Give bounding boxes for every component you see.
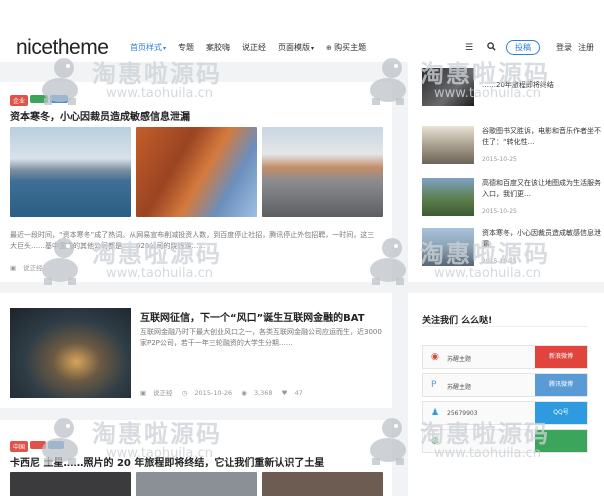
nav-item-buy-theme[interactable]: ⊕ 购买主题 — [326, 42, 366, 53]
post-image-gallery — [10, 472, 383, 496]
sidebar-post-title[interactable]: 谷歌图书又胜诉，电影和音乐作者坐不住了：“转化性… — [482, 126, 602, 148]
post-image-gallery — [10, 127, 383, 217]
post-title[interactable]: 资本寒冬，小心因裁员造成敏感信息泄漏 — [10, 108, 190, 123]
author-icon: ▣ — [10, 264, 17, 272]
follow-us-title: 关注我们 么么哒! — [422, 316, 493, 326]
post-tags: 企业 — [10, 88, 70, 107]
site-logo[interactable]: nicetheme — [16, 36, 109, 60]
nav-item-topics[interactable]: 专题 — [178, 42, 194, 53]
sidebar-post-thumbnail[interactable] — [422, 68, 474, 106]
chevron-down-icon: ▾ — [311, 45, 315, 52]
sidebar-post-date: 2015-10-25 — [482, 156, 517, 163]
category-tag[interactable]: 中国 — [10, 441, 29, 452]
follow-wechat-button[interactable] — [535, 430, 587, 452]
post-image-skateboarder[interactable] — [262, 127, 383, 217]
post-image-3[interactable] — [262, 472, 383, 496]
post-card: 中国 卡西尼 土星……照片的 20 年旅程即将终结，它让我们重新认识了土星 — [0, 420, 392, 496]
nav-item-page-templates[interactable]: 页面模版▾ — [278, 42, 314, 53]
follow-qq-button[interactable]: QQ号 — [535, 402, 587, 424]
clock-icon: ◷ — [181, 389, 188, 397]
post-likes: 47 — [294, 389, 303, 397]
heart-icon[interactable]: ♥ — [282, 389, 288, 397]
follow-row-wechat: ◍ — [422, 429, 588, 453]
chevron-down-icon: ▾ — [163, 45, 167, 52]
submit-post-button[interactable]: 投稿 — [506, 40, 540, 55]
follow-tencent-weibo-button[interactable]: 腾讯微博 — [535, 374, 587, 396]
sidebar-post-date: 2015-10-25 — [482, 258, 517, 265]
nav-item-home-styles[interactable]: 首页样式▾ — [130, 42, 166, 53]
sidebar-post-title[interactable]: 高德和百度又在该让地图成为生活服务入口，我们更… — [482, 178, 602, 200]
qq-icon: ♟ — [431, 408, 440, 418]
category-tag-3[interactable] — [48, 441, 65, 449]
post-image-rock-waterfall[interactable] — [136, 127, 257, 217]
wechat-icon: ◍ — [431, 436, 439, 446]
author-icon: ▣ — [140, 389, 147, 397]
sidebar-post-thumbnail[interactable] — [422, 178, 474, 216]
weibo-icon: ◉ — [431, 352, 439, 362]
nav-item-4[interactable]: 说正经 — [242, 42, 266, 53]
divider — [422, 326, 588, 327]
post-title[interactable]: 卡西尼 土星……照片的 20 年旅程即将终结，它让我们重新认识了土星 — [10, 454, 324, 469]
eye-icon: ◉ — [241, 389, 247, 397]
post-meta: ▣ 说正经 — [10, 262, 50, 272]
header-actions: ☰ 投稿 登录 注册 — [462, 40, 594, 55]
menu-icon[interactable]: ☰ — [462, 43, 476, 53]
follow-row-qq: ♟ 25679903 QQ号 — [422, 401, 588, 425]
post-views: 3,368 — [253, 389, 273, 397]
theme-icon: ⊕ — [326, 44, 335, 52]
sidebar-post-date: 2015-10-25 — [482, 208, 517, 215]
sidebar-post-title[interactable]: 资本寒冬，小心因裁员造成敏感信息泄漏 — [482, 228, 602, 250]
post-excerpt: 最近一段时间，“资本寒冬”成了热词。从网易宣布削减投资人数，到百度停止社招，腾讯… — [10, 231, 375, 250]
post-card: 企业 资本寒冬，小心因裁员造成敏感信息泄漏 最近一段时间，“资本寒冬”成了热词。… — [0, 82, 392, 282]
sidebar-follow-us: 关注我们 么么哒! ◉ 苏醒主题 新浪微博 P 苏醒主题 腾讯微博 ♟ 2567… — [408, 293, 604, 496]
follow-row-tencent-weibo: P 苏醒主题 腾讯微博 — [422, 373, 588, 397]
sidebar-recent-posts: ……20年旅程即将终结 谷歌图书又胜诉，电影和音乐作者坐不住了：“转化性… 20… — [408, 62, 604, 282]
main-nav: 首页样式▾ 专题 案胶嗨 说正经 页面模版▾ ⊕ 购买主题 — [130, 42, 378, 53]
follow-account-name: 25679903 — [447, 410, 478, 417]
follow-account-name: 苏醒主题 — [447, 356, 472, 363]
follow-weibo-button[interactable]: 新浪微博 — [535, 346, 587, 368]
category-tag-3[interactable] — [50, 95, 69, 103]
site-header: nicetheme 首页样式▾ 专题 案胶嗨 说正经 页面模版▾ ⊕ 购买主题 … — [0, 0, 604, 62]
post-title[interactable]: 互联网征信，下一个“风口”诞生互联网金融的BAT — [140, 309, 365, 324]
follow-account-name: 苏醒主题 — [447, 384, 472, 391]
post-image-venice[interactable] — [10, 127, 131, 217]
tencent-weibo-icon: P — [431, 380, 437, 390]
category-tag-2[interactable] — [30, 95, 49, 103]
category-tag-2[interactable] — [30, 441, 47, 449]
sidebar-post-thumbnail[interactable] — [422, 228, 474, 266]
post-author[interactable]: 说正经 — [153, 389, 173, 397]
post-image-1[interactable] — [10, 472, 131, 496]
post-tags: 中国 — [10, 434, 66, 453]
post-author[interactable]: 说正经 — [23, 264, 43, 272]
sidebar-post-thumbnail[interactable] — [422, 126, 474, 164]
category-tag[interactable]: 企业 — [10, 95, 29, 106]
post-card: 互联网征信，下一个“风口”诞生互联网金融的BAT 互联网金融乃时下最大创业风口之… — [0, 293, 392, 408]
login-link[interactable]: 登录 — [556, 42, 572, 53]
post-image-2[interactable] — [136, 472, 257, 496]
post-date: 2015-10-26 — [194, 389, 233, 397]
search-icon[interactable] — [484, 41, 498, 54]
sidebar-post-title[interactable]: ……20年旅程即将终结 — [482, 80, 602, 91]
post-thumbnail[interactable] — [10, 308, 131, 398]
post-meta: ▣ 说正经 ◷ 2015-10-26 ◉ 3,368 ♥ 47 — [140, 387, 310, 397]
follow-row-weibo: ◉ 苏醒主题 新浪微博 — [422, 345, 588, 369]
register-link[interactable]: 注册 — [578, 42, 594, 53]
post-excerpt: 互联网金融乃时下最大创业风口之一，各类互联网金融公司应运而生，近3000家P2P… — [140, 328, 382, 347]
nav-item-3[interactable]: 案胶嗨 — [206, 42, 230, 53]
